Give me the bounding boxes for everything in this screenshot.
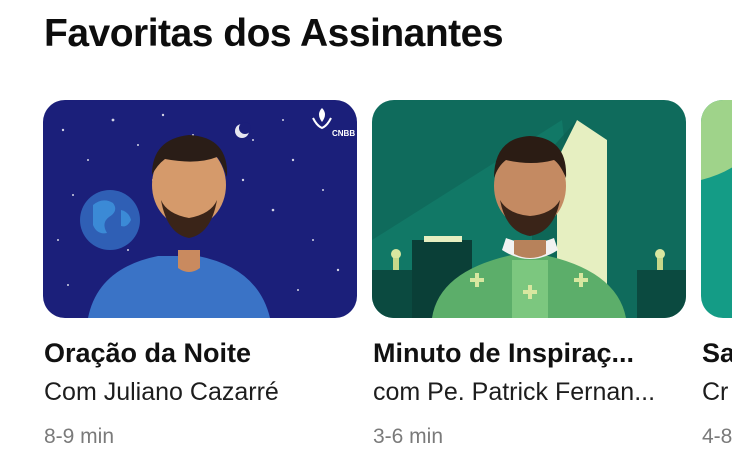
card-oracao-da-noite[interactable]: CNBB Oração da Noite Com Juliano Cazarré… xyxy=(43,100,357,448)
card-subtitle: com Pe. Patrick Fernan... xyxy=(373,378,656,406)
card-thumbnail[interactable] xyxy=(701,100,732,318)
thumbnail-night-illustration: CNBB xyxy=(43,100,357,318)
card-partial[interactable]: Sa Cr 4-8 xyxy=(701,100,732,448)
card-title: Minuto de Inspiraç... xyxy=(373,338,635,368)
card-minuto-de-inspiracao[interactable]: Minuto de Inspiraç... com Pe. Patrick Fe… xyxy=(372,100,686,448)
thumbnail-green-illustration xyxy=(701,100,732,318)
carousel[interactable]: CNBB Oração da Noite Com Juliano Cazarré… xyxy=(0,100,732,467)
thumbnail-chapel-illustration xyxy=(372,100,686,318)
card-duration: 3-6 min xyxy=(373,425,444,448)
card-title: Sa xyxy=(702,338,732,368)
card-subtitle: Com Juliano Cazarré xyxy=(44,378,279,406)
card-subtitle: Cr xyxy=(702,378,729,406)
cnbb-badge-text: CNBB xyxy=(332,129,355,138)
card-thumbnail[interactable] xyxy=(372,100,686,318)
card-duration: 4-8 xyxy=(702,425,732,448)
section-title: Favoritas dos Assinantes xyxy=(44,12,504,55)
card-duration: 8-9 min xyxy=(44,425,115,448)
card-thumbnail[interactable]: CNBB xyxy=(43,100,357,318)
card-title: Oração da Noite xyxy=(44,338,252,368)
